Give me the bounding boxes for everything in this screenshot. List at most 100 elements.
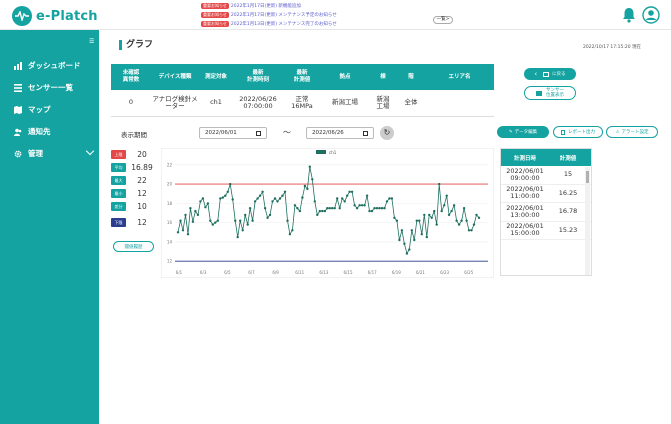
- notice-item[interactable]: 重要お知らせ 2022年1月17日(更新) 新機能追加: [201, 2, 337, 10]
- map-icon: [14, 105, 22, 114]
- sidebar-item-admin[interactable]: 管理: [14, 148, 43, 159]
- data-point: [216, 219, 219, 222]
- notice-text[interactable]: 2022年1月17日(更新) 新機能追加: [231, 3, 301, 9]
- table-header: 最新 計測値: [283, 64, 321, 90]
- document-icon: [561, 129, 565, 135]
- report-output-button[interactable]: レポート出力: [553, 126, 603, 138]
- data-point: [425, 235, 428, 239]
- data-point: [229, 182, 232, 186]
- data-point: [380, 207, 384, 210]
- logo[interactable]: e-Platch: [12, 6, 98, 26]
- data-point: [191, 220, 195, 223]
- table-row[interactable]: 0 アナログ検針メーター ch1 2022/06/26 07:00:00 正常 …: [111, 90, 494, 117]
- sidebar-item-dashboard[interactable]: ダッシュボード: [14, 60, 81, 71]
- x-tick-label: 6/17: [368, 270, 377, 275]
- sidebar: ☰ ダッシュボード センサー一覧 マップ 通知先 管理: [0, 30, 99, 424]
- data-point: [256, 197, 259, 200]
- table-cell: 新潟 工場: [369, 90, 397, 117]
- readings-header-time: 計測日時: [513, 155, 536, 162]
- data-point: [447, 213, 451, 217]
- data-point: [467, 229, 471, 232]
- sidebar-item-label: 管理: [28, 149, 43, 158]
- table-cell: 新潟工場: [321, 90, 369, 117]
- data-point: [253, 200, 257, 203]
- x-tick-label: 6/1: [176, 270, 183, 275]
- list-icon: [14, 83, 22, 92]
- data-point: [186, 233, 190, 236]
- sensor-location-button[interactable]: サンサー 位置表示: [524, 86, 576, 100]
- sidebar-item-label: ダッシュボード: [28, 61, 81, 70]
- data-point: [341, 197, 344, 200]
- threshold-history-button[interactable]: 閾値履歴: [113, 241, 154, 252]
- period-label: 表示期間: [121, 131, 147, 139]
- data-point: [363, 204, 366, 207]
- x-tick-label: 6/7: [248, 270, 255, 275]
- calendar-icon[interactable]: [363, 131, 368, 136]
- user-icon[interactable]: [642, 6, 660, 24]
- data-point: [450, 209, 453, 213]
- table-cell: アナログ検針メーター: [151, 90, 199, 117]
- measurement-chart[interactable]: ch1 12 14 16 18 20 22 6/1 6/3 6/5 6/7 6/9 6/11 6/13 6/…: [161, 148, 494, 278]
- data-point: [219, 197, 222, 200]
- data-point: [460, 219, 463, 222]
- data-point: [313, 200, 316, 203]
- grid-icon: [536, 90, 542, 96]
- end-date-input[interactable]: 2022/06/26: [306, 127, 374, 139]
- table-header: 未確認 異常数: [111, 64, 151, 90]
- data-point: [373, 207, 376, 210]
- data-point: [331, 207, 334, 210]
- table-row[interactable]: 2022/06/01 09:00:00 15: [501, 166, 591, 185]
- legend-label: ch1: [329, 150, 337, 155]
- data-point: [360, 204, 364, 207]
- data-point: [462, 207, 466, 210]
- legend-swatch: [316, 150, 326, 154]
- stat-value: 12: [137, 218, 147, 227]
- readings-scrollbar[interactable]: [585, 167, 590, 275]
- notice-tag: 重要お知らせ: [201, 21, 229, 27]
- chevron-down-icon[interactable]: [85, 146, 95, 156]
- data-edit-button[interactable]: ✎ データ編集: [497, 126, 549, 138]
- bar-chart-icon: [14, 61, 22, 70]
- scrollbar-thumb[interactable]: [586, 171, 589, 183]
- notice-text[interactable]: 2022年1月17日(更新) メンテナンス予定のお知らせ: [231, 12, 337, 18]
- alert-setting-button[interactable]: ⚠ アラート設定: [606, 126, 658, 138]
- data-point: [239, 219, 242, 222]
- data-point: [465, 219, 468, 222]
- refresh-icon[interactable]: ↻: [380, 126, 394, 140]
- sidebar-item-map[interactable]: マップ: [14, 104, 51, 115]
- menu-toggle-icon[interactable]: ☰: [89, 38, 94, 45]
- data-point: [276, 200, 279, 203]
- notice-text[interactable]: 2022年1月13日(更新) メンテナンス完了のお知らせ: [231, 21, 337, 27]
- notice-item[interactable]: 重要お知らせ 2022年1月17日(更新) メンテナンス予定のお知らせ: [201, 11, 337, 19]
- sidebar-item-label: マップ: [28, 105, 51, 114]
- table-row[interactable]: 2022/06/01 15:00:00 15.23: [501, 222, 591, 240]
- data-point: [423, 213, 426, 217]
- data-point: [385, 200, 389, 203]
- logo-icon: [12, 6, 32, 26]
- data-point: [281, 194, 284, 197]
- data-point: [286, 219, 289, 222]
- stat-value: 22: [137, 176, 147, 185]
- notice-list-button[interactable]: 一覧>: [433, 16, 453, 24]
- calendar-icon[interactable]: [256, 131, 261, 136]
- data-point: [263, 207, 267, 210]
- x-tick-label: 6/23: [440, 270, 449, 275]
- data-point: [268, 213, 272, 217]
- table-row[interactable]: 2022/06/01 13:00:00 16.78: [501, 203, 591, 222]
- back-button[interactable]: ‹ に戻る: [524, 68, 576, 80]
- y-tick-label: 16: [167, 220, 173, 225]
- report-output-label: レポート出力: [568, 130, 595, 135]
- notice-list: 重要お知らせ 2022年1月17日(更新) 新機能追加 重要お知らせ 2022年1月…: [201, 2, 337, 29]
- stat-diff: 差分 10: [111, 200, 158, 213]
- table-row[interactable]: 2022/06/01 11:00:00 16.25: [501, 185, 591, 203]
- data-point: [184, 213, 187, 217]
- data-point: [445, 194, 448, 197]
- notice-item[interactable]: 重要お知らせ 2022年1月13日(更新) メンテナンス完了のお知らせ: [201, 20, 337, 28]
- sidebar-item-notify[interactable]: 通知先: [14, 126, 51, 137]
- bell-icon[interactable]: [620, 6, 638, 24]
- data-point: [246, 223, 249, 226]
- start-date-input[interactable]: 2022/06/01: [199, 127, 267, 139]
- x-tick-label: 6/3: [200, 270, 207, 275]
- sidebar-item-sensors[interactable]: センサー一覧: [14, 82, 73, 93]
- data-point: [477, 216, 481, 219]
